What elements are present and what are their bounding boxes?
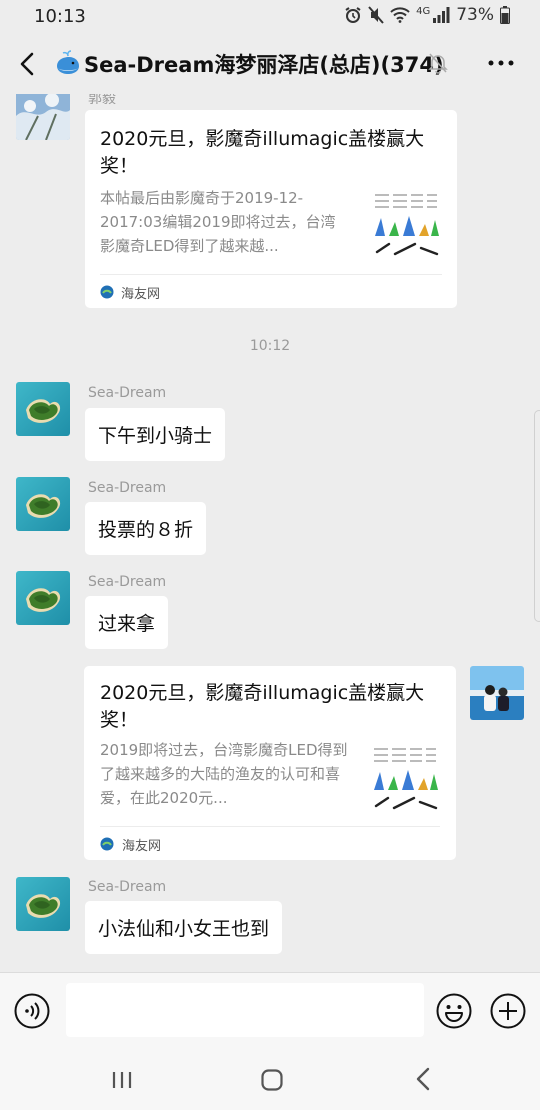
card-title: 2020元旦，影魔奇illumagic盖楼赢大奖！	[100, 682, 425, 731]
avatar[interactable]	[16, 477, 70, 531]
recent-apps-button[interactable]	[110, 1068, 134, 1092]
plus-icon	[490, 993, 526, 1029]
source-logo-icon	[100, 284, 114, 299]
back-button[interactable]	[12, 48, 42, 80]
chat-header: Sea-Dream海梦丽泽店(总店)(374)	[0, 34, 540, 94]
card-source: 海友网	[122, 839, 162, 854]
card-divider	[100, 826, 440, 827]
sender-name: Sea-Dream	[88, 574, 167, 590]
battery-percent: 73%	[456, 5, 494, 25]
system-back-button[interactable]	[412, 1066, 436, 1092]
home-icon	[261, 1069, 283, 1091]
text-bubble[interactable]: 过来拿	[85, 596, 169, 649]
text-bubble[interactable]: 小法仙和小女王也到	[85, 901, 283, 954]
link-card[interactable]: 2020元旦，影魔奇illumagic盖楼赢大奖！ 本帖最后由影魔奇于2019-…	[85, 110, 457, 308]
signal-icon	[433, 7, 450, 23]
wifi-icon	[390, 7, 410, 23]
card-description: 2019即将过去，台湾影魔奇LED得到了越来越多的大陆的渔友的认可和喜爱，在此2…	[100, 741, 348, 807]
voice-input-button[interactable]	[14, 993, 50, 1029]
sender-name: Sea-Dream	[88, 879, 167, 895]
system-nav-bar	[0, 1052, 540, 1110]
alarm-icon	[345, 7, 361, 23]
sender-name: 郭毅	[88, 94, 116, 107]
muted-bell-icon	[428, 52, 448, 74]
avatar[interactable]	[16, 382, 70, 436]
network-type: 4G	[416, 5, 431, 17]
sender-name: Sea-Dream	[88, 480, 167, 496]
emoji-button[interactable]	[436, 993, 472, 1029]
mute-status-icon	[368, 6, 384, 24]
more-dots-icon	[488, 60, 514, 66]
message-list: 郭毅 2020元旦，影魔奇illumagic盖楼赢大奖！ 本帖最后由影魔奇于20…	[0, 94, 540, 972]
self-avatar[interactable]	[470, 666, 524, 720]
recent-apps-icon	[112, 1072, 132, 1088]
more-options-button[interactable]	[486, 50, 516, 76]
home-button[interactable]	[260, 1068, 284, 1092]
system-back-icon	[416, 1067, 430, 1091]
status-bar: 10:13 4G 73%	[0, 0, 540, 34]
card-thumbnail	[371, 188, 441, 260]
battery-icon	[500, 6, 510, 24]
status-time: 10:13	[34, 6, 86, 27]
scroll-indicator[interactable]	[534, 410, 540, 622]
timestamp: 10:12	[249, 338, 291, 354]
back-arrow-icon	[20, 52, 34, 76]
text-bubble[interactable]: 投票的８折	[85, 502, 207, 555]
link-card[interactable]: 2020元旦，影魔奇illumagic盖楼赢大奖！ 2019即将过去，台湾影魔奇…	[84, 666, 456, 860]
card-thumbnail	[370, 742, 440, 814]
avatar[interactable]	[16, 94, 70, 140]
text-bubble[interactable]: 下午到小骑士	[85, 408, 226, 461]
sender-name: Sea-Dream	[88, 385, 167, 401]
card-title: 2020元旦，影魔奇illumagic盖楼赢大奖！	[100, 128, 425, 177]
more-actions-button[interactable]	[490, 993, 526, 1029]
whale-emoji-icon	[54, 50, 82, 78]
emoji-icon	[436, 993, 472, 1029]
status-icons: 4G 73%	[344, 5, 510, 25]
source-logo-icon	[100, 836, 114, 851]
message-input[interactable]	[66, 983, 424, 1037]
card-description: 本帖最后由影魔奇于2019-12-2017:03编辑2019即将过去，台湾影魔奇…	[100, 189, 336, 255]
avatar[interactable]	[16, 877, 70, 931]
input-bar	[0, 972, 540, 1053]
chat-title: Sea-Dream海梦丽泽店(总店)(374)	[84, 53, 444, 77]
avatar[interactable]	[16, 571, 70, 625]
card-divider	[100, 274, 442, 275]
card-source: 海友网	[121, 287, 161, 302]
voice-icon	[14, 993, 50, 1029]
